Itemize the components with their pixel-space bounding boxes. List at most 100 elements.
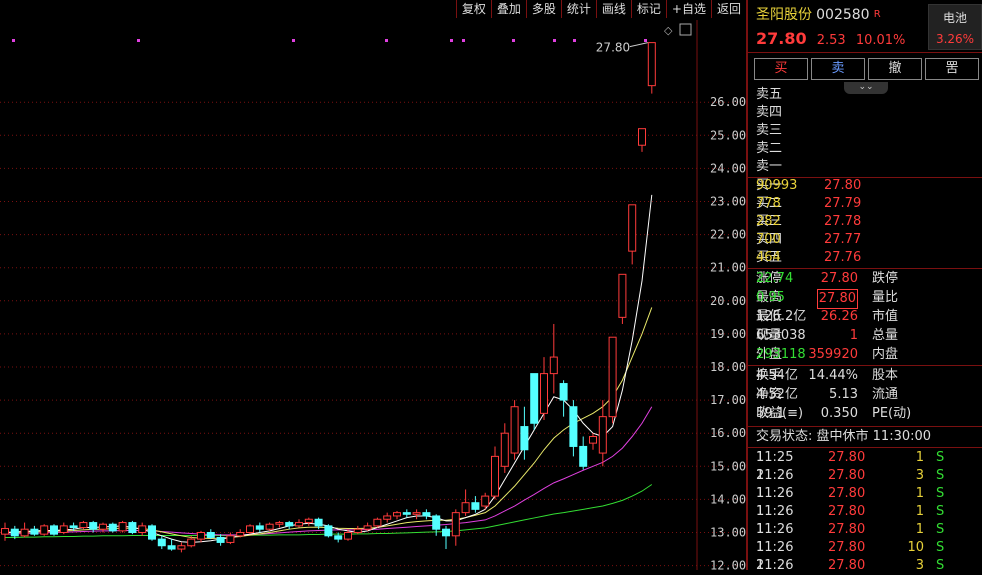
tick-volume: 1 [915, 450, 924, 465]
stat-row: 收益(≡) 0.350 PE(动) 59.1 [756, 405, 978, 423]
stat-value: 5.13 [829, 387, 858, 402]
tick-price: 27.80 [828, 468, 866, 483]
tick-row: 11:26 27.80 1 S 1 [756, 521, 978, 539]
ask-label: 卖一 [756, 159, 783, 174]
stat-value: 14.44% [808, 368, 858, 383]
candle-body [530, 373, 539, 424]
stat-label: PE(动) [872, 406, 912, 421]
toolbar-item-5[interactable]: 标记 [630, 0, 666, 18]
price-tick-label: 23.00 [710, 195, 746, 209]
candle-body [589, 436, 597, 444]
quote-panel: 圣阳股份 002580 R 电池 3.26% 27.80 2.53 10.01%… [746, 0, 982, 573]
price-tick-label: 16.00 [710, 426, 746, 440]
tick-row: 11:26 27.80 3 S 2 [756, 557, 978, 575]
candle-body [89, 522, 98, 530]
tick-price: 27.80 [828, 540, 866, 555]
toolbar-item-1[interactable]: 叠加 [490, 0, 526, 18]
ask-label: 卖五 [756, 87, 783, 102]
ma20-line [4, 406, 653, 536]
panel-toggle-icon [679, 23, 692, 36]
candle-body [383, 515, 392, 520]
price-tick-label: 12.00 [710, 559, 746, 570]
tick-volume: 1 [915, 486, 924, 501]
event-marker [573, 39, 576, 42]
buy-button[interactable]: 买 [754, 58, 808, 80]
tick-count: 1 [756, 450, 765, 465]
candle-body [157, 538, 166, 547]
candle-body [393, 512, 401, 517]
event-marker [644, 39, 647, 42]
trade-panel-button[interactable]: 罟 [925, 58, 979, 80]
candle-body [99, 523, 107, 530]
stock-name: 圣阳股份 [756, 7, 812, 23]
tick-price: 27.80 [828, 504, 866, 519]
stat-value: 27.80 [820, 271, 858, 286]
tick-row: 11:26 27.80 1 S 1 [756, 503, 978, 521]
tick-side: S [936, 486, 945, 501]
stat-value: 0.95 [756, 290, 785, 305]
candle-body [304, 518, 313, 524]
price-change: 2.53 [816, 33, 846, 48]
candle-body [285, 522, 294, 527]
bid-row: 买三 27.78 282 [756, 213, 978, 231]
candle-body [314, 518, 323, 527]
tick-row: 11:25 27.80 1 S 1 [756, 449, 978, 467]
tick-count: 1 [756, 522, 765, 537]
candle-body [491, 455, 499, 497]
trade-status-value: 盘中休市 11:30:00 [816, 429, 932, 444]
tick-volume: 1 [915, 522, 924, 537]
toolbar-item-6[interactable]: +自选 [665, 0, 711, 18]
sell-button[interactable]: 卖 [811, 58, 865, 80]
tick-volume: 1 [915, 504, 924, 519]
ma10-line [5, 307, 653, 539]
tick-side: S [936, 468, 945, 483]
stat-row: 最低 26.26 市值 126.2亿 [756, 308, 978, 326]
tick-count: 1 [756, 540, 765, 555]
kline-chart[interactable]: 26.00 25.00 24.00 23.00 22.00 21.00 20.00 19.00… [0, 0, 746, 570]
candle-body [598, 416, 607, 454]
price-change-pct: 10.01% [855, 33, 906, 48]
toolbar-item-3[interactable]: 统计 [560, 0, 596, 18]
candle-body [265, 523, 274, 530]
toolbar-item-0[interactable]: 复权 [455, 0, 491, 18]
candle-body [295, 522, 303, 527]
toolbar-item-2[interactable]: 多股 [525, 0, 561, 18]
stock-code: 002580 [816, 7, 870, 23]
cancel-button[interactable]: 撤 [868, 58, 922, 80]
event-marker [137, 39, 140, 42]
candle-body [275, 522, 284, 525]
stat-value: 59.1 [756, 406, 785, 421]
bid-row: 买一 27.80 90993 [756, 177, 978, 195]
event-marker [292, 39, 295, 42]
price-tick-label: 24.00 [710, 161, 746, 175]
event-marker [512, 39, 515, 42]
bid-volume: 282 [756, 214, 781, 229]
tick-price: 27.80 [828, 486, 866, 501]
ask-row: 卖二 [756, 140, 978, 158]
stat-value: 4.52亿 [756, 387, 798, 402]
price-tick-label: 25.00 [710, 128, 746, 142]
ask-label: 卖二 [756, 141, 783, 156]
ask-row: 卖四 [756, 104, 978, 122]
kline-chart-panel[interactable]: 26.00 25.00 24.00 23.00 22.00 21.00 20.00 19.00… [0, 0, 746, 570]
price-tick-label: 21.00 [710, 261, 746, 275]
stat-value: 27.80 [816, 289, 858, 309]
stat-label: 流通 [872, 387, 899, 402]
tick-row: 11:26 27.80 3 S 2 [756, 467, 978, 485]
toolbar-item-7[interactable]: 返回 [710, 0, 746, 18]
candle-body [108, 523, 117, 532]
candle-body [520, 426, 529, 451]
price-tick-label: 20.00 [710, 294, 746, 308]
ask-row: 卖一 [756, 158, 978, 176]
tick-volume: 3 [915, 558, 924, 573]
toolbar-item-4[interactable]: 画线 [595, 0, 631, 18]
stat-label: 跌停 [872, 271, 899, 286]
candle-body [69, 525, 78, 529]
candle-body [246, 525, 254, 534]
candle-body [363, 525, 372, 530]
event-marker [553, 39, 556, 42]
candle-body [30, 528, 39, 535]
high-marker-arrow [629, 42, 648, 48]
stat-row: 外盘 359920 内盘 293118 [756, 346, 978, 364]
candle-body [510, 406, 519, 454]
